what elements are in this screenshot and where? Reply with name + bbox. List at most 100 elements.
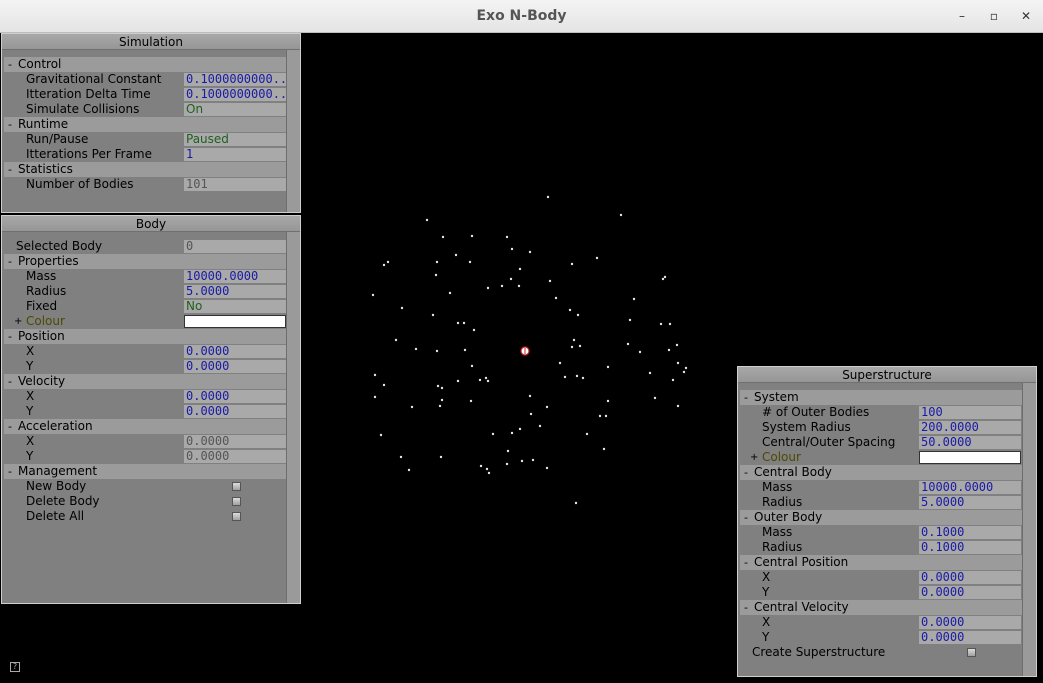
outer-body-25[interactable] [371, 293, 375, 297]
collapse-icon[interactable]: - [8, 117, 16, 132]
outer-body-88[interactable] [439, 455, 443, 459]
outer-body-60[interactable] [456, 379, 460, 383]
outer-body-53[interactable] [684, 366, 688, 370]
expand-icon[interactable]: + [750, 450, 758, 465]
spacing-field[interactable]: 50.0000 [919, 436, 1021, 449]
outer-body-43[interactable] [463, 348, 467, 352]
collapse-icon[interactable]: - [744, 510, 752, 525]
outer-body-14[interactable] [386, 260, 390, 264]
outer-body-90[interactable] [485, 467, 489, 471]
delete-body-button[interactable] [232, 497, 241, 506]
delta-time-field[interactable]: 0.1000000000.. [184, 88, 286, 101]
colour-swatch[interactable] [184, 315, 286, 328]
outer-body-44[interactable] [570, 345, 574, 349]
outer-bodies-field[interactable]: 100 [919, 406, 1021, 419]
outer-body-20[interactable] [500, 284, 504, 288]
outer-body-84[interactable] [598, 414, 602, 418]
group-control[interactable]: - Control [4, 57, 286, 72]
outer-body-92[interactable] [531, 458, 535, 462]
position-x-field[interactable]: 0.0000 [184, 345, 286, 358]
delete-all-button[interactable] [232, 512, 241, 521]
cv-x-field[interactable]: 0.0000 [919, 616, 1021, 629]
group-position[interactable]: - Position [4, 329, 286, 344]
outer-body-9[interactable] [454, 253, 458, 257]
group-statistics[interactable]: - Statistics [4, 162, 286, 177]
collapse-icon[interactable]: - [744, 555, 752, 570]
collapse-icon[interactable]: - [744, 465, 752, 480]
outer-body-13[interactable] [382, 263, 386, 267]
maximize-icon[interactable]: ▫ [986, 8, 1002, 24]
outer-body-8[interactable] [528, 250, 532, 254]
outer-body-41[interactable] [414, 347, 418, 351]
group-central-velocity[interactable]: - Central Velocity [740, 600, 1022, 615]
outer-body-4[interactable] [441, 235, 445, 239]
group-runtime[interactable]: - Runtime [4, 117, 286, 132]
outer-body-94[interactable] [407, 468, 411, 472]
outer-body-27[interactable] [554, 296, 558, 300]
outer-body-10[interactable] [468, 260, 472, 264]
simulation-panel-title[interactable]: Simulation [2, 34, 300, 50]
outer-body-67[interactable] [648, 371, 652, 375]
group-properties[interactable]: - Properties [4, 254, 286, 269]
outer-body-54[interactable] [682, 370, 686, 374]
outer-body-79[interactable] [653, 396, 657, 400]
outer-body-21[interactable] [486, 286, 490, 290]
outer-body-47[interactable] [638, 350, 642, 354]
outer-body-83[interactable] [585, 432, 589, 436]
outer-body-33[interactable] [456, 321, 460, 325]
outer-body-96[interactable] [574, 501, 578, 505]
outer-body-59[interactable] [440, 386, 444, 390]
fixed-toggle[interactable]: No [184, 300, 286, 313]
velocity-x-field[interactable]: 0.0000 [184, 390, 286, 403]
iterations-per-frame-field[interactable]: 1 [184, 148, 286, 161]
outer-body-66[interactable] [581, 376, 585, 380]
outer-body-72[interactable] [410, 405, 414, 409]
outer-body-29[interactable] [400, 306, 404, 310]
outer-body-51[interactable] [606, 365, 610, 369]
outer-body-32[interactable] [576, 313, 580, 317]
outer-body-76[interactable] [606, 399, 610, 403]
collapse-icon[interactable]: - [744, 390, 752, 405]
outer-body-86[interactable] [506, 449, 510, 453]
collapse-icon[interactable]: - [8, 329, 16, 344]
cb-mass-field[interactable]: 10000.0000 [919, 481, 1021, 494]
group-outer-body[interactable]: - Outer Body [740, 510, 1022, 525]
collisions-toggle[interactable]: On [184, 103, 286, 116]
outer-body-71[interactable] [438, 404, 442, 408]
outer-body-37[interactable] [659, 322, 663, 326]
outer-body-81[interactable] [379, 433, 383, 437]
outer-body-98[interactable] [518, 427, 522, 431]
outer-body-6[interactable] [505, 235, 509, 239]
mass-field[interactable]: 10000.0000 [184, 270, 286, 283]
help-icon[interactable]: ? [10, 662, 20, 672]
outer-body-12[interactable] [518, 267, 522, 271]
cp-x-field[interactable]: 0.0000 [919, 571, 1021, 584]
group-central-body[interactable]: - Central Body [740, 465, 1022, 480]
superstructure-panel-scrollbar[interactable] [1022, 383, 1036, 676]
grav-constant-field[interactable]: 0.1000000000.. [184, 73, 286, 86]
group-velocity[interactable]: - Velocity [4, 374, 286, 389]
outer-body-62[interactable] [484, 376, 488, 380]
outer-body-73[interactable] [528, 394, 532, 398]
outer-body-75[interactable] [529, 412, 533, 416]
ob-radius-field[interactable]: 0.1000 [919, 541, 1021, 554]
outer-body-100[interactable] [469, 399, 473, 403]
outer-body-89[interactable] [479, 464, 483, 468]
radius-field[interactable]: 5.0000 [184, 285, 286, 298]
outer-body-28[interactable] [632, 297, 636, 301]
group-system[interactable]: - System [740, 390, 1022, 405]
outer-body-46[interactable] [626, 342, 630, 346]
position-y-field[interactable]: 0.0000 [184, 360, 286, 373]
body-panel-title[interactable]: Body [2, 216, 300, 232]
outer-body-38[interactable] [668, 322, 672, 326]
outer-body-39[interactable] [394, 338, 398, 342]
simulation-panel-scrollbar[interactable] [286, 50, 300, 212]
outer-body-30[interactable] [568, 308, 572, 312]
group-acceleration[interactable]: - Acceleration [4, 419, 286, 434]
outer-body-52[interactable] [676, 361, 680, 365]
outer-body-40[interactable] [572, 338, 576, 342]
outer-body-74[interactable] [545, 405, 549, 409]
outer-body-26[interactable] [448, 291, 452, 295]
cp-y-field[interactable]: 0.0000 [919, 586, 1021, 599]
outer-body-77[interactable] [604, 414, 608, 418]
